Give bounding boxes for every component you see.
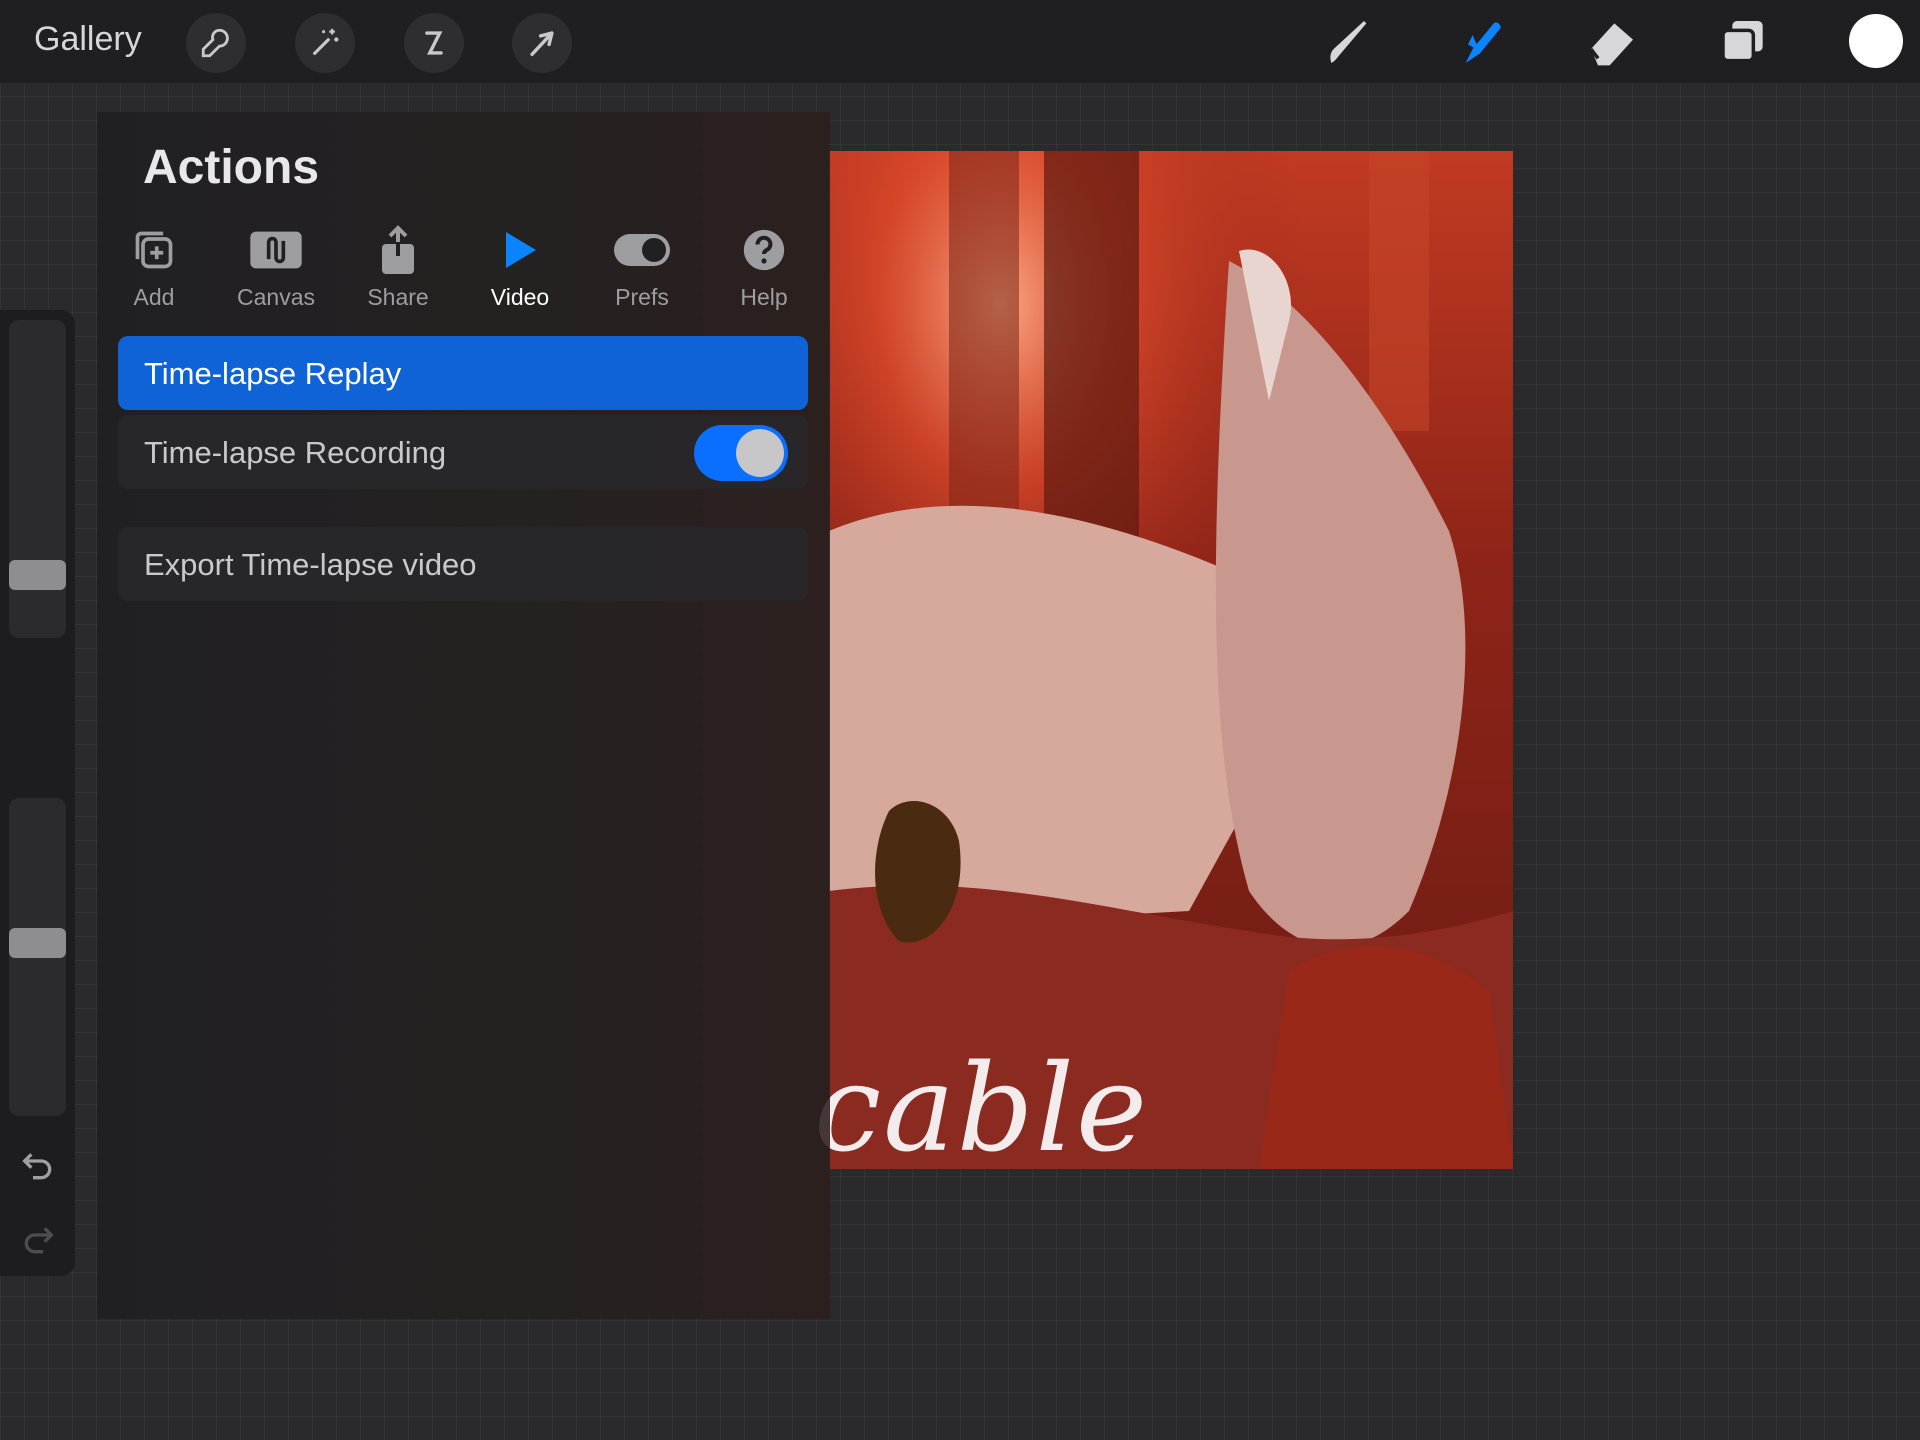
brush-size-slider[interactable] [9, 320, 66, 638]
tab-canvas[interactable]: Canvas [221, 224, 331, 311]
actions-title: Actions [143, 141, 320, 194]
eraser-icon[interactable] [1582, 12, 1642, 72]
brush-size-thumb[interactable] [9, 560, 66, 590]
add-icon [99, 224, 209, 276]
gallery-button[interactable]: Gallery [34, 20, 142, 59]
actions-tabs: Add Canvas Share Video Prefs Help [97, 224, 830, 324]
timelapse-replay-item[interactable]: Time-lapse Replay [118, 336, 808, 410]
play-icon [465, 224, 575, 276]
help-icon [709, 224, 819, 276]
tab-help[interactable]: Help [709, 224, 819, 311]
smudge-icon[interactable] [1452, 12, 1512, 72]
brush-icon[interactable] [1320, 12, 1380, 72]
color-picker-swatch[interactable] [1849, 14, 1903, 68]
opacity-thumb[interactable] [9, 928, 66, 958]
tab-video[interactable]: Video [465, 224, 575, 311]
artwork-illustration [829, 151, 1513, 1169]
undo-icon[interactable] [18, 1146, 58, 1186]
layers-icon[interactable] [1714, 12, 1774, 72]
tab-prefs[interactable]: Prefs [587, 224, 697, 311]
timelapse-replay-label: Time-lapse Replay [144, 356, 402, 391]
share-icon [343, 224, 453, 276]
timelapse-recording-item: Time-lapse Recording [118, 415, 808, 489]
export-timelapse-label: Export Time-lapse video [144, 547, 477, 582]
transform-arrow-icon[interactable] [512, 13, 572, 73]
timelapse-recording-label: Time-lapse Recording [144, 435, 447, 470]
canvas-icon [221, 224, 331, 276]
timelapse-recording-toggle[interactable] [694, 425, 788, 481]
toggle-knob [736, 429, 784, 477]
actions-panel: Actions Add Canvas Share Video Prefs Hel… [97, 112, 830, 1319]
redo-icon[interactable] [18, 1220, 58, 1260]
tab-add[interactable]: Add [99, 224, 209, 311]
artwork-text: cable [814, 1040, 1149, 1179]
toggle-prefs-icon [587, 224, 697, 276]
left-sidebar [0, 310, 75, 1276]
export-timelapse-item[interactable]: Export Time-lapse video [118, 527, 808, 601]
selection-icon[interactable] [404, 13, 464, 73]
top-toolbar: Gallery [0, 0, 1920, 83]
wrench-icon[interactable] [186, 13, 246, 73]
magic-wand-icon[interactable] [295, 13, 355, 73]
tab-share[interactable]: Share [343, 224, 453, 311]
canvas-artwork[interactable] [829, 151, 1513, 1169]
